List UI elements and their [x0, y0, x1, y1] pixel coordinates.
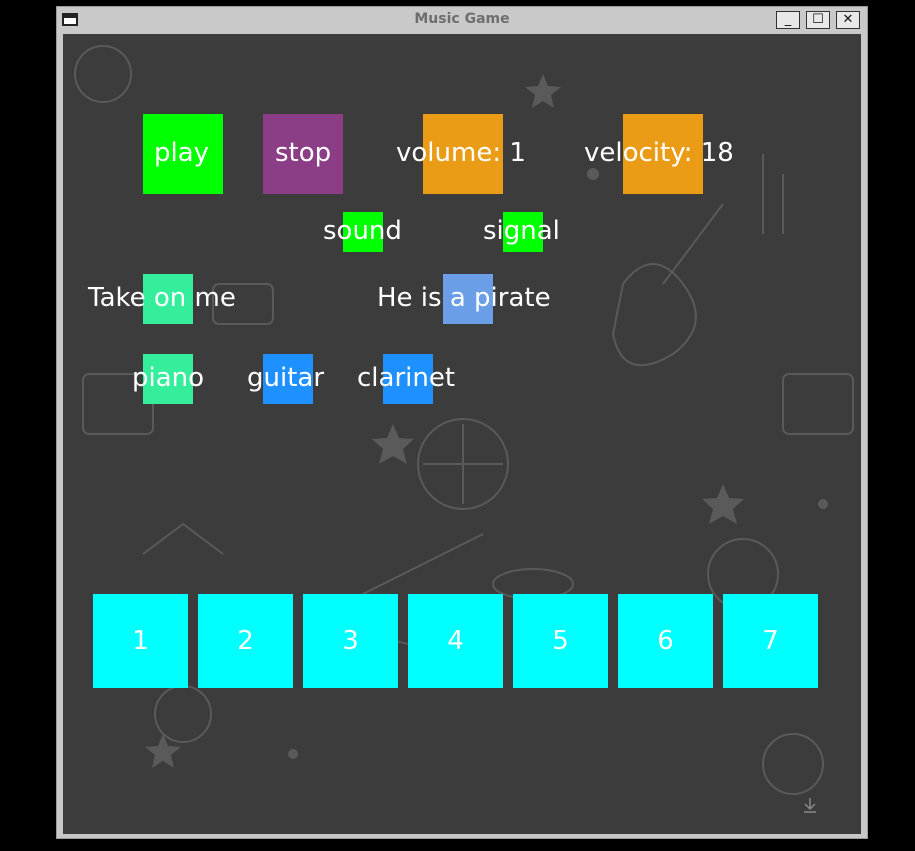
sound-label: sound: [323, 216, 402, 246]
app-window: Music Game _ ☐ ✕ play stop volume: 1 vel…: [56, 6, 868, 839]
instrument-clarinet-label: clarinet: [357, 363, 456, 393]
velocity-label: velocity: 18: [584, 138, 734, 168]
note-key-6[interactable]: 6: [618, 594, 713, 688]
download-icon[interactable]: [801, 796, 819, 819]
play-label: play: [154, 138, 210, 168]
song-take-on-me-label: Take on me: [88, 283, 236, 313]
instrument-guitar-label: guitar: [247, 363, 325, 393]
stop-label: stop: [275, 138, 332, 168]
note-key-7[interactable]: 7: [723, 594, 818, 688]
note-key-1[interactable]: 1: [93, 594, 188, 688]
close-button[interactable]: ✕: [836, 11, 860, 29]
title-bar[interactable]: Music Game _ ☐ ✕: [57, 7, 867, 33]
volume-label: volume: 1: [396, 138, 526, 168]
maximize-button[interactable]: ☐: [806, 11, 830, 29]
signal-label: signal: [483, 216, 560, 246]
note-key-5[interactable]: 5: [513, 594, 608, 688]
window-title: Music Game: [414, 11, 510, 27]
note-key-4[interactable]: 4: [408, 594, 503, 688]
note-key-3[interactable]: 3: [303, 594, 398, 688]
song-he-is-a-pirate-label: He is a pirate: [377, 283, 551, 313]
note-key-2[interactable]: 2: [198, 594, 293, 688]
game-canvas: play stop volume: 1 velocity: 18 sound s…: [63, 34, 861, 834]
minimize-button[interactable]: _: [776, 11, 800, 29]
instrument-piano-label: piano: [132, 363, 205, 393]
